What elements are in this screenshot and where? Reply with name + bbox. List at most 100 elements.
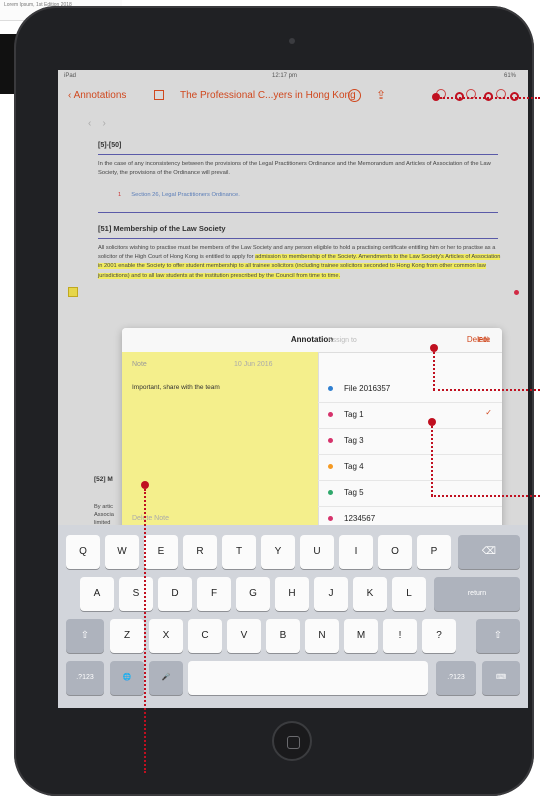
home-button[interactable] [272,721,312,761]
footnote[interactable]: 1 Section 26, Legal Practitioners Ordinan… [118,192,240,198]
key-question[interactable]: ? [422,619,456,653]
tag-row[interactable]: Tag 5 [318,480,502,507]
return-key[interactable]: return [434,577,520,611]
popover-title: Annotation [290,335,334,344]
section-heading: [51] Membership of the Law Society [98,224,226,233]
key-f[interactable]: F [197,577,231,611]
callout-line [431,495,540,497]
key-h[interactable]: H [275,577,309,611]
edit-button[interactable]: Edit [478,337,490,344]
key-e[interactable]: E [144,535,178,569]
key-u[interactable]: U [300,535,334,569]
callout-ring [484,92,493,101]
callout-line [144,489,146,773]
callout-dot [432,93,440,101]
key-b[interactable]: B [266,619,300,653]
key-p[interactable]: P [417,535,451,569]
key-o[interactable]: O [378,535,412,569]
tag-color-dot [328,516,333,521]
key-v[interactable]: V [227,619,261,653]
note-date: 10 Jun 2016 [234,361,273,368]
tag-color-dot [328,490,333,495]
key-j[interactable]: J [314,577,348,611]
carrier-label: iPad [64,73,77,79]
status-bar: iPad 12:17 pm 61% [58,70,528,82]
delete-note-button[interactable]: Delete Note [132,515,169,522]
key-l[interactable]: L [392,577,426,611]
annotation-popover: Annotation Delete Note 10 Jun 2016 Impor… [122,328,502,538]
tag-row[interactable]: Tag 1 ✓ [318,402,502,429]
info-icon[interactable]: i [348,89,361,102]
callout-dot [141,481,149,489]
paragraph-text: In the case of any inconsistency between… [98,161,491,176]
delete-key-icon[interactable]: ⌫ [458,535,520,569]
key-s[interactable]: S [119,577,153,611]
callout-line [431,426,433,496]
footnote-text: Section 26, Legal Practitioners Ordinanc… [131,192,240,198]
note-label: Note [132,361,147,368]
tag-label: Tag 4 [344,462,364,471]
callout-dot [430,344,438,352]
key-q[interactable]: Q [66,535,100,569]
tag-label: Tag 3 [344,436,364,445]
tag-label: 1234567 [344,514,376,523]
key-m[interactable]: M [344,619,378,653]
microphone-icon[interactable]: 🎤 [149,661,183,695]
space-bar[interactable] [188,661,428,695]
key-d[interactable]: D [158,577,192,611]
tag-color-dot [328,438,333,443]
tag-color-dot [328,412,333,417]
annotation-dot[interactable] [514,290,519,295]
key-exclamation[interactable]: ! [383,619,417,653]
key-t[interactable]: T [222,535,256,569]
globe-icon[interactable]: 🌐 [110,661,144,695]
callout-line [433,352,435,390]
tag-label: Tag 5 [344,488,364,497]
assign-to-label: Assign to [328,337,357,344]
key-c[interactable]: C [188,619,222,653]
callout-ring [455,92,464,101]
callout-dot [428,418,436,426]
tag-color-dot [328,464,333,469]
note-panel[interactable]: Note 10 Jun 2016 Important, share with t… [122,352,319,538]
key-r[interactable]: R [183,535,217,569]
key-n[interactable]: N [305,619,339,653]
numbers-key-right[interactable]: .?123 [436,661,476,695]
note-text-input[interactable]: Important, share with the team [132,384,220,391]
clock: 12:17 pm [272,73,298,79]
battery-level: 61% [503,73,516,79]
key-y[interactable]: Y [261,535,295,569]
divider [98,238,498,239]
hide-keyboard-icon[interactable]: ⌨ [482,661,520,695]
key-g[interactable]: G [236,577,270,611]
footnote-number: 1 [118,192,122,198]
onscreen-keyboard: Q W E R T Y U I O P ⌫ A S D F G H J K L … [58,525,528,708]
key-i[interactable]: I [339,535,373,569]
share-icon[interactable]: ⇪ [376,88,386,102]
document-title[interactable]: The Professional C...yers in Hong Kong [180,90,356,101]
callout-ring [510,92,519,101]
checkmark-icon: ✓ [485,408,492,417]
tag-row[interactable]: Tag 3 [318,428,502,455]
tag-label: Tag 1 [344,410,364,419]
key-k[interactable]: K [353,577,387,611]
callout-line [433,389,540,391]
key-a[interactable]: A [80,577,114,611]
key-w[interactable]: W [105,535,139,569]
section-heading-52: [52] M [94,476,113,483]
paragraph-text: By artic Associa limited [94,504,114,526]
shift-key-icon[interactable]: ⇧ [66,619,104,653]
back-button[interactable]: ‹ Annotations [68,90,126,101]
tag-label: File 2016357 [344,384,391,393]
key-z[interactable]: Z [110,619,144,653]
shift-key-right-icon[interactable]: ⇧ [476,619,520,653]
page-nav-chevrons[interactable]: ‹ › [88,118,106,129]
back-label: Annotations [73,90,127,101]
note-marker-icon[interactable] [68,287,78,297]
book-icon[interactable] [154,90,164,100]
highlighted-paragraph[interactable]: All solicitors wishing to practise must … [98,244,501,281]
tag-row[interactable]: Tag 4 [318,454,502,481]
key-x[interactable]: X [149,619,183,653]
divider [98,212,498,213]
numbers-key[interactable]: .?123 [66,661,104,695]
